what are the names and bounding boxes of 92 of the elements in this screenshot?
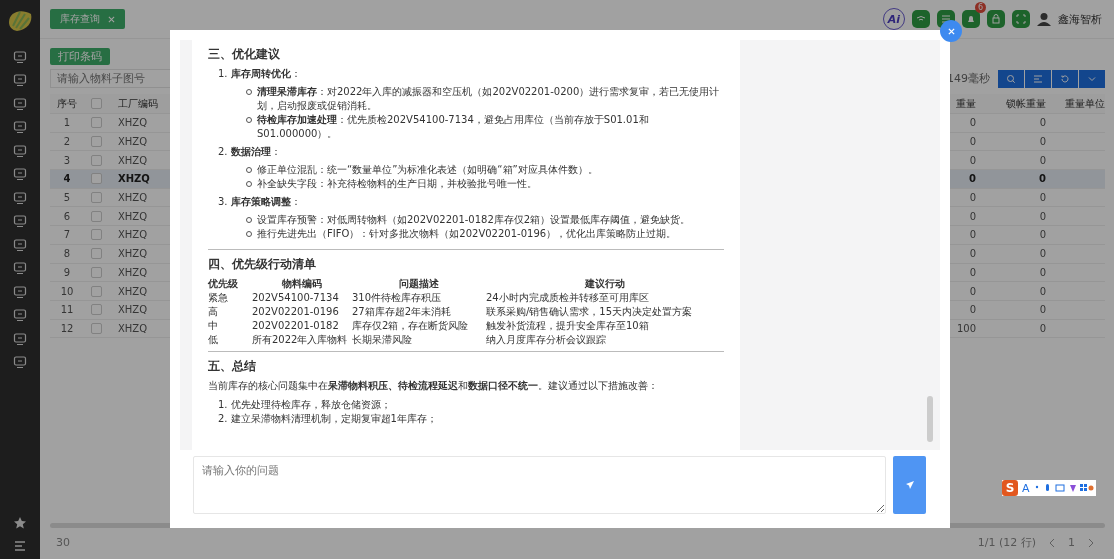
- table-cell-text: 0: [1038, 321, 1047, 336]
- column-header: 序号: [56, 96, 78, 111]
- table-cell-text: 低: [208, 333, 219, 347]
- table-cell-text: XHZQ: [117, 247, 149, 262]
- table-cell-text: 0: [968, 228, 977, 243]
- row-number: 12: [59, 321, 75, 336]
- table-cell-text: 0: [968, 135, 977, 150]
- table-cell-text: 中: [208, 319, 219, 333]
- table-cell-text: 紧急: [208, 291, 229, 305]
- list-text: 补全缺失字段：补充待检物料的生产日期，并校验批号唯一性。: [257, 177, 538, 191]
- table-cell-text: 0: [968, 265, 977, 280]
- table-cell-text: XHZQ: [117, 284, 149, 299]
- table-cell-text: XHZQ: [117, 265, 149, 280]
- row-number: 8: [62, 247, 72, 262]
- table-cell-text: XHZQ: [117, 172, 151, 187]
- row-number: 4: [62, 172, 72, 187]
- row-number: 3: [62, 153, 72, 168]
- list-text: 清理呆滞库存：对2022年入库的减振器和空压机（如202V02201-0200）进行需求复审，若已无使用计划，启动报废或促销消耗。: [257, 85, 721, 113]
- column-header: 优先级: [208, 277, 239, 291]
- table-cell-text: 202V02201-0182: [252, 319, 340, 333]
- table-cell-text: 202V02201-0196: [252, 305, 340, 319]
- summary-paragraph: 当前库存的核心问题集中在呆滞物料积压、待检流程延迟和数据口径不统一。建议通过以下措施改善：: [208, 379, 659, 393]
- section-heading: 三、优化建议: [208, 46, 281, 63]
- row-number: 11: [59, 303, 75, 318]
- page-summary: 1/1 (12 行): [977, 535, 1036, 550]
- row-number: 7: [62, 228, 72, 243]
- table-cell-text: 0: [968, 153, 977, 168]
- table-cell-text: XHZQ: [117, 153, 149, 168]
- list-title: 库存周转优化：: [230, 67, 301, 81]
- list-number: 2.: [218, 412, 228, 426]
- table-cell-text: 0: [968, 191, 977, 206]
- table-cell-text: 0: [968, 172, 977, 187]
- list-text: 优先处理待检库存，释放仓储资源；: [230, 398, 391, 412]
- row-number: 2: [62, 135, 72, 150]
- notification-badge: 6: [974, 2, 986, 13]
- table-cell-text: 0: [1038, 284, 1047, 299]
- column-header: 问题描述: [398, 277, 440, 291]
- table-cell-text: 24小时内完成质检并转移至可用库区: [486, 291, 650, 305]
- list-text: 设置库存预警：对低周转物料（如202V02201-0182库存仅2箱）设置最低库存阈值，避免缺货。: [257, 213, 692, 227]
- row-number: 6: [62, 209, 72, 224]
- table-cell-text: 310件待检库存积压: [352, 291, 443, 305]
- list-number: 1.: [218, 67, 228, 81]
- table-cell-text: 0: [1038, 228, 1047, 243]
- table-cell-text: 0: [968, 247, 977, 262]
- row-number: 9: [62, 265, 72, 280]
- table-cell-text: 库存仅2箱，存在断货风险: [352, 319, 470, 333]
- list-text: 待检库存加速处理：优先质检202V54100-7134，避免占用库位（当前存放于S01.01和S01.000000）。: [257, 113, 650, 141]
- list-text: 推行先进先出（FIFO）：针对多批次物料（如202V02201-0196），优化出库策略防止过期。: [257, 227, 678, 241]
- table-cell-text: XHZQ: [117, 228, 149, 243]
- column-header: 建议行动: [583, 277, 626, 291]
- table-cell-text: 202V54100-7134: [252, 291, 340, 305]
- table-cell-text: 0: [1038, 209, 1047, 224]
- table-cell-text: XHZQ: [117, 191, 149, 206]
- table-cell-text: 0: [1038, 135, 1047, 150]
- table-cell-text: 联系采购/销售确认需求，15天内决定处置方案: [486, 305, 694, 319]
- column-header: 物料编码: [281, 277, 323, 291]
- section-heading: 四、优先级行动清单: [208, 256, 317, 273]
- table-cell-text: 0: [968, 116, 977, 131]
- table-cell-text: 0: [1038, 153, 1047, 168]
- column-header: 重量单位: [1064, 96, 1105, 111]
- table-cell-text: 所有2022年入库物料: [252, 333, 349, 347]
- table-cell-text: XHZQ: [117, 135, 149, 150]
- list-number: 1.: [218, 398, 228, 412]
- table-cell-text: 0: [968, 284, 977, 299]
- list-text: 修正单位混乱：统一“数量单位”为标准化表述（如明确“箱”对应具体件数）。: [257, 163, 599, 177]
- section-heading: 五、总结: [208, 358, 257, 375]
- list-number: 2.: [218, 145, 228, 159]
- list-number: 3.: [218, 195, 228, 209]
- table-cell-text: 纳入月度库存分析会议跟踪: [486, 333, 607, 347]
- list-title: 数据治理：: [230, 145, 281, 159]
- table-cell-text: 0: [1038, 172, 1047, 187]
- table-cell-text: 0: [1038, 303, 1047, 318]
- list-text: 建立呆滞物料清理机制，定期复审超1年库存；: [230, 412, 437, 426]
- table-cell-text: 0: [1038, 116, 1047, 131]
- table-cell-text: 100: [955, 321, 977, 336]
- row-number: 1: [62, 116, 72, 131]
- table-cell-text: 高: [208, 305, 219, 319]
- table-cell-text: 0: [1038, 247, 1047, 262]
- list-title: 库存策略调整：: [230, 195, 301, 209]
- table-cell-text: 0: [1038, 265, 1047, 280]
- table-cell-text: XHZQ: [117, 303, 149, 318]
- table-cell-text: 0: [968, 209, 977, 224]
- table-cell-text: 27箱库存超2年未消耗: [352, 305, 453, 319]
- table-cell-text: 触发补货流程，提升安全库存至10箱: [486, 319, 650, 333]
- table-cell-text: XHZQ: [117, 321, 149, 336]
- table-cell-text: XHZQ: [117, 116, 149, 131]
- row-number: 10: [59, 284, 75, 299]
- table-cell-text: 长期呆滞风险: [352, 333, 413, 347]
- table-cell-text: 0: [968, 303, 977, 318]
- table-cell-text: 0: [1038, 191, 1047, 206]
- row-number: 5: [62, 191, 72, 206]
- table-cell-text: XHZQ: [117, 209, 149, 224]
